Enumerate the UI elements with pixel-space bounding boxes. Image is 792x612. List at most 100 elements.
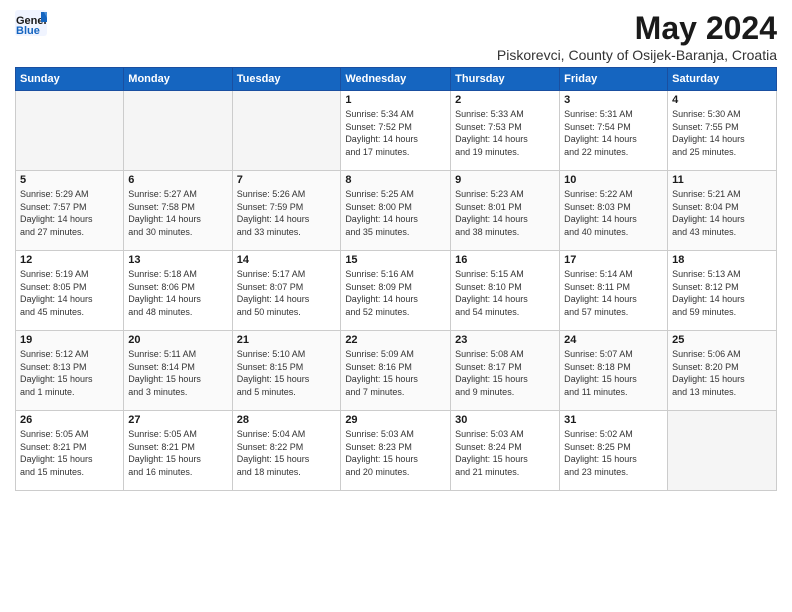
day-number: 13 bbox=[128, 254, 227, 266]
calendar-day-cell: 10 Sunrise: 5:22 AM Sunset: 8:03 PM Dayli… bbox=[560, 171, 668, 251]
calendar-day-cell: 3Sunrise: 5:31 AM Sunset: 7:54 PM Daylig… bbox=[560, 91, 668, 171]
day-number: 3 bbox=[564, 94, 663, 106]
day-info: Sunrise: 5:07 AM Sunset: 8:18 PM Dayligh… bbox=[564, 348, 663, 398]
calendar-day-cell bbox=[124, 91, 232, 171]
day-number: 19 bbox=[20, 334, 119, 346]
calendar-day-cell: 6Sunrise: 5:27 AM Sunset: 7:58 PM Daylig… bbox=[124, 171, 232, 251]
calendar-day-cell: 14Sunrise: 5:17 AM Sunset: 8:07 PM Dayli… bbox=[232, 251, 341, 331]
day-info: Sunrise: 5:13 AM Sunset: 8:12 PM Dayligh… bbox=[672, 268, 772, 318]
day-number: 18 bbox=[672, 254, 772, 266]
day-info: Sunrise: 5:22 AM Sunset: 8:03 PM Dayligh… bbox=[564, 188, 663, 238]
day-number: 21 bbox=[237, 334, 337, 346]
calendar-day-cell: 11 Sunrise: 5:21 AM Sunset: 8:04 PM Dayli… bbox=[668, 171, 777, 251]
day-number: 5 bbox=[20, 174, 119, 186]
day-info: Sunrise: 5:29 AM Sunset: 7:57 PM Dayligh… bbox=[20, 188, 119, 238]
calendar-week-row: 5 Sunrise: 5:29 AM Sunset: 7:57 PM Daylig… bbox=[16, 171, 777, 251]
logo: General Blue bbox=[15, 10, 47, 36]
calendar-day-cell: 12 Sunrise: 5:19 AM Sunset: 8:05 PM Dayli… bbox=[16, 251, 124, 331]
day-info: Sunrise: 5:03 AM Sunset: 8:23 PM Dayligh… bbox=[345, 428, 446, 478]
calendar-day-cell: 1 Sunrise: 5:34 AM Sunset: 7:52 PM Daylig… bbox=[341, 91, 451, 171]
calendar-day-cell: 13 Sunrise: 5:18 AM Sunset: 8:06 PM Dayli… bbox=[124, 251, 232, 331]
day-number: 4 bbox=[672, 94, 772, 106]
day-number: 22 bbox=[345, 334, 446, 346]
calendar-day-cell bbox=[668, 411, 777, 491]
day-number: 8 bbox=[345, 174, 446, 186]
day-number: 7 bbox=[237, 174, 337, 186]
day-info: Sunrise: 5:25 AM Sunset: 8:00 PM Dayligh… bbox=[345, 188, 446, 238]
day-info: Sunrise: 5:05 AM Sunset: 8:21 PM Dayligh… bbox=[128, 428, 227, 478]
day-info: Sunrise: 5:16 AM Sunset: 8:09 PM Dayligh… bbox=[345, 268, 446, 318]
calendar-day-cell: 16Sunrise: 5:15 AM Sunset: 8:10 PM Dayli… bbox=[451, 251, 560, 331]
day-info: Sunrise: 5:18 AM Sunset: 8:06 PM Dayligh… bbox=[128, 268, 227, 318]
weekday-header: Monday bbox=[124, 68, 232, 91]
calendar-day-cell: 15 Sunrise: 5:16 AM Sunset: 8:09 PM Dayli… bbox=[341, 251, 451, 331]
day-number: 16 bbox=[455, 254, 555, 266]
day-number: 24 bbox=[564, 334, 663, 346]
calendar-day-cell: 22 Sunrise: 5:09 AM Sunset: 8:16 PM Dayli… bbox=[341, 331, 451, 411]
day-number: 12 bbox=[20, 254, 119, 266]
day-info: Sunrise: 5:21 AM Sunset: 8:04 PM Dayligh… bbox=[672, 188, 772, 238]
calendar-day-cell: 5 Sunrise: 5:29 AM Sunset: 7:57 PM Daylig… bbox=[16, 171, 124, 251]
calendar-day-cell: 2Sunrise: 5:33 AM Sunset: 7:53 PM Daylig… bbox=[451, 91, 560, 171]
svg-text:Blue: Blue bbox=[16, 25, 40, 36]
day-info: Sunrise: 5:11 AM Sunset: 8:14 PM Dayligh… bbox=[128, 348, 227, 398]
calendar-week-row: 19 Sunrise: 5:12 AM Sunset: 8:13 PM Dayli… bbox=[16, 331, 777, 411]
calendar-day-cell: 20 Sunrise: 5:11 AM Sunset: 8:14 PM Dayli… bbox=[124, 331, 232, 411]
day-number: 11 bbox=[672, 174, 772, 186]
day-info: Sunrise: 5:30 AM Sunset: 7:55 PM Dayligh… bbox=[672, 108, 772, 158]
weekday-header: Friday bbox=[560, 68, 668, 91]
calendar-day-cell: 4 Sunrise: 5:30 AM Sunset: 7:55 PM Daylig… bbox=[668, 91, 777, 171]
weekday-header: Thursday bbox=[451, 68, 560, 91]
calendar-day-cell: 24 Sunrise: 5:07 AM Sunset: 8:18 PM Dayli… bbox=[560, 331, 668, 411]
day-number: 31 bbox=[564, 414, 663, 426]
title-area: May 2024 Piskorevci, County of Osijek-Ba… bbox=[497, 10, 777, 63]
calendar-day-cell: 23Sunrise: 5:08 AM Sunset: 8:17 PM Dayli… bbox=[451, 331, 560, 411]
calendar-week-row: 12 Sunrise: 5:19 AM Sunset: 8:05 PM Dayli… bbox=[16, 251, 777, 331]
day-info: Sunrise: 5:33 AM Sunset: 7:53 PM Dayligh… bbox=[455, 108, 555, 158]
day-info: Sunrise: 5:34 AM Sunset: 7:52 PM Dayligh… bbox=[345, 108, 446, 158]
weekday-header-row: SundayMondayTuesdayWednesdayThursdayFrid… bbox=[16, 68, 777, 91]
day-number: 9 bbox=[455, 174, 555, 186]
day-number: 1 bbox=[345, 94, 446, 106]
day-info: Sunrise: 5:17 AM Sunset: 8:07 PM Dayligh… bbox=[237, 268, 337, 318]
weekday-header: Saturday bbox=[668, 68, 777, 91]
day-number: 20 bbox=[128, 334, 227, 346]
calendar-day-cell: 19 Sunrise: 5:12 AM Sunset: 8:13 PM Dayli… bbox=[16, 331, 124, 411]
calendar-day-cell: 31Sunrise: 5:02 AM Sunset: 8:25 PM Dayli… bbox=[560, 411, 668, 491]
calendar-day-cell: 18 Sunrise: 5:13 AM Sunset: 8:12 PM Dayli… bbox=[668, 251, 777, 331]
day-info: Sunrise: 5:26 AM Sunset: 7:59 PM Dayligh… bbox=[237, 188, 337, 238]
calendar-day-cell: 7 Sunrise: 5:26 AM Sunset: 7:59 PM Daylig… bbox=[232, 171, 341, 251]
day-info: Sunrise: 5:19 AM Sunset: 8:05 PM Dayligh… bbox=[20, 268, 119, 318]
day-number: 30 bbox=[455, 414, 555, 426]
day-number: 26 bbox=[20, 414, 119, 426]
day-number: 25 bbox=[672, 334, 772, 346]
calendar-day-cell: 26Sunrise: 5:05 AM Sunset: 8:21 PM Dayli… bbox=[16, 411, 124, 491]
weekday-header: Wednesday bbox=[341, 68, 451, 91]
day-info: Sunrise: 5:27 AM Sunset: 7:58 PM Dayligh… bbox=[128, 188, 227, 238]
logo-icon: General Blue bbox=[15, 10, 47, 36]
calendar-table: SundayMondayTuesdayWednesdayThursdayFrid… bbox=[15, 67, 777, 491]
calendar-day-cell: 21 Sunrise: 5:10 AM Sunset: 8:15 PM Dayli… bbox=[232, 331, 341, 411]
day-info: Sunrise: 5:03 AM Sunset: 8:24 PM Dayligh… bbox=[455, 428, 555, 478]
day-info: Sunrise: 5:09 AM Sunset: 8:16 PM Dayligh… bbox=[345, 348, 446, 398]
calendar-day-cell bbox=[16, 91, 124, 171]
calendar-day-cell bbox=[232, 91, 341, 171]
day-info: Sunrise: 5:04 AM Sunset: 8:22 PM Dayligh… bbox=[237, 428, 337, 478]
calendar-day-cell: 28 Sunrise: 5:04 AM Sunset: 8:22 PM Dayli… bbox=[232, 411, 341, 491]
day-info: Sunrise: 5:12 AM Sunset: 8:13 PM Dayligh… bbox=[20, 348, 119, 398]
calendar-week-row: 1 Sunrise: 5:34 AM Sunset: 7:52 PM Daylig… bbox=[16, 91, 777, 171]
day-number: 15 bbox=[345, 254, 446, 266]
calendar-day-cell: 9Sunrise: 5:23 AM Sunset: 8:01 PM Daylig… bbox=[451, 171, 560, 251]
day-number: 10 bbox=[564, 174, 663, 186]
day-info: Sunrise: 5:10 AM Sunset: 8:15 PM Dayligh… bbox=[237, 348, 337, 398]
calendar-day-cell: 27Sunrise: 5:05 AM Sunset: 8:21 PM Dayli… bbox=[124, 411, 232, 491]
day-number: 23 bbox=[455, 334, 555, 346]
month-title: May 2024 bbox=[497, 10, 777, 47]
day-number: 28 bbox=[237, 414, 337, 426]
day-number: 29 bbox=[345, 414, 446, 426]
calendar-day-cell: 30 Sunrise: 5:03 AM Sunset: 8:24 PM Dayli… bbox=[451, 411, 560, 491]
calendar-day-cell: 8 Sunrise: 5:25 AM Sunset: 8:00 PM Daylig… bbox=[341, 171, 451, 251]
day-info: Sunrise: 5:06 AM Sunset: 8:20 PM Dayligh… bbox=[672, 348, 772, 398]
page: General Blue May 2024 Piskorevci, County… bbox=[0, 0, 792, 501]
location: Piskorevci, County of Osijek-Baranja, Cr… bbox=[497, 47, 777, 63]
